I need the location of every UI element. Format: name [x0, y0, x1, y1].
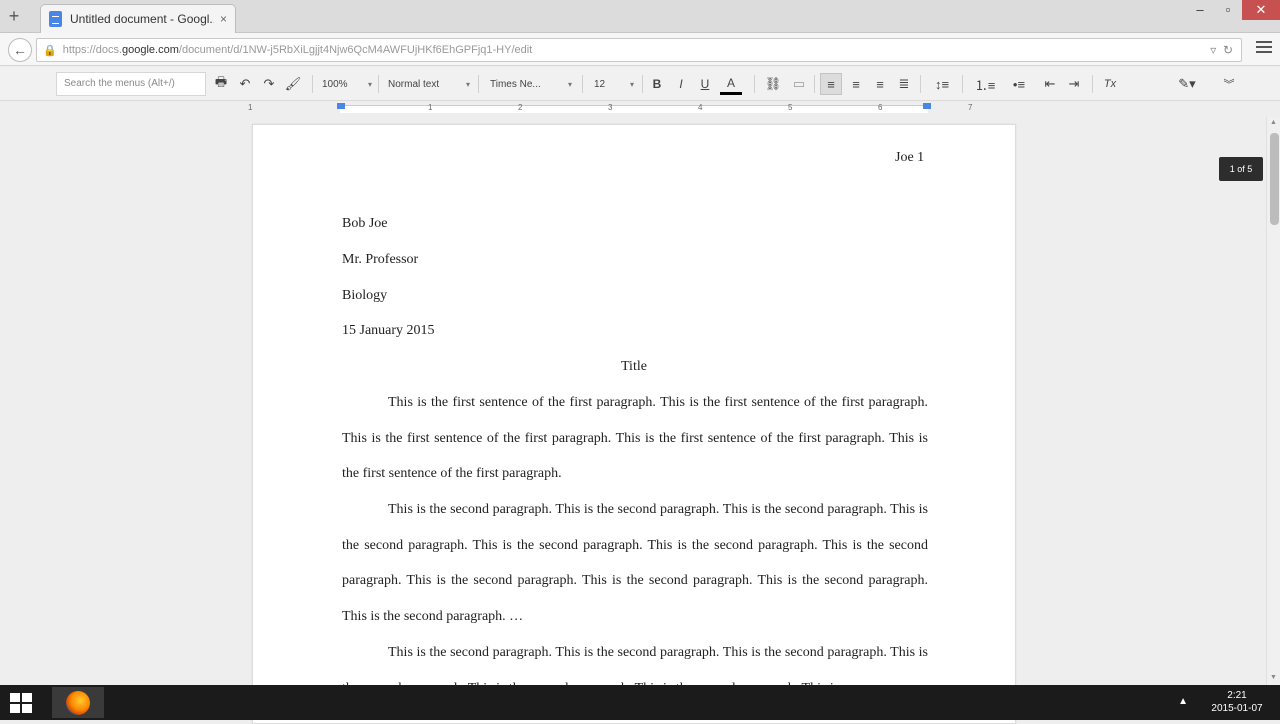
- align-justify-icon[interactable]: ≣: [894, 73, 914, 95]
- toolbar-divider: [312, 75, 313, 93]
- scroll-up-icon[interactable]: ▲: [1270, 119, 1277, 126]
- collapse-toolbar-icon[interactable]: ︾: [1220, 73, 1238, 95]
- url-text: https://docs.google.com/document/d/1NW-j…: [62, 44, 533, 56]
- search-menus-input[interactable]: Search the menus (Alt+/): [56, 72, 206, 96]
- ruler: 1 1 2 3 4 5 6 7: [0, 101, 1280, 117]
- chevron-down-icon: ▾: [367, 79, 372, 89]
- font-select[interactable]: Times Ne... ▾: [490, 73, 572, 95]
- toolbar-divider: [478, 75, 479, 93]
- scrollbar-thumb[interactable]: [1270, 133, 1279, 225]
- taskbar-clock[interactable]: 2:21 2015-01-07: [1202, 689, 1272, 715]
- print-icon[interactable]: 🖶: [212, 73, 230, 95]
- windows-start-icon[interactable]: [10, 693, 32, 713]
- clear-formatting-icon[interactable]: Tx: [1100, 73, 1120, 95]
- underline-button[interactable]: U: [696, 73, 714, 95]
- page-indicator-tooltip: 1 of 5: [1219, 157, 1263, 181]
- tray-arrow-icon[interactable]: ▲: [1178, 696, 1188, 707]
- paragraph: This is the first sentence of the first …: [342, 395, 928, 482]
- right-margin-marker-icon[interactable]: [923, 103, 931, 109]
- vertical-scrollbar[interactable]: ▲ ▼: [1266, 117, 1280, 685]
- window-controls: – ▫ ✕: [1186, 0, 1280, 22]
- docs-toolbar: Search the menus (Alt+/) 🖶 ↶ ↷ 🖌 100% ▾ N…: [0, 67, 1280, 101]
- document-title: Title: [621, 359, 647, 374]
- toolbar-divider: [582, 75, 583, 93]
- page-header: Joe 1: [895, 150, 925, 165]
- chevron-down-icon: ▾: [567, 79, 572, 89]
- indent-marker-icon[interactable]: [337, 103, 345, 109]
- windows-taskbar: ▲ 2:21 2015-01-07: [0, 685, 1280, 720]
- ruler-number: 5: [788, 103, 793, 112]
- clock-date: 2015-01-07: [1211, 703, 1263, 714]
- decrease-indent-icon[interactable]: ⇤: [1040, 73, 1060, 95]
- editing-mode-pencil-icon[interactable]: ✎▾: [1174, 73, 1200, 95]
- bold-button[interactable]: B: [648, 73, 666, 95]
- toolbar-divider: [642, 75, 643, 93]
- close-window-button[interactable]: ✕: [1242, 0, 1280, 20]
- ruler-number: 1: [428, 103, 433, 112]
- browser-menu-icon[interactable]: [1256, 41, 1272, 57]
- italic-button[interactable]: I: [672, 73, 690, 95]
- paragraph: This is the second paragraph. This is th…: [342, 502, 928, 625]
- numbered-list-icon[interactable]: ⒈≡: [970, 73, 1000, 95]
- ruler-number: 3: [608, 103, 613, 112]
- minimize-button[interactable]: –: [1186, 0, 1214, 20]
- undo-icon[interactable]: ↶: [236, 73, 254, 95]
- scroll-down-icon[interactable]: ▼: [1270, 674, 1277, 681]
- back-button[interactable]: ←: [8, 38, 32, 62]
- font-size-select[interactable]: 12 ▾: [594, 73, 634, 95]
- browser-titlebar: + Untitled document - Googl... × – ▫ ✕: [0, 0, 1280, 33]
- course-line: Biology: [342, 288, 388, 303]
- bulleted-list-icon[interactable]: •≡: [1004, 73, 1034, 95]
- zoom-select[interactable]: 100% ▾: [322, 73, 372, 95]
- tab-title: Untitled document - Googl...: [70, 12, 214, 26]
- url-input[interactable]: 🔒 https://docs.google.com/document/d/1NW…: [36, 38, 1242, 62]
- increase-indent-icon[interactable]: ⇥: [1064, 73, 1084, 95]
- firefox-icon: [66, 690, 90, 715]
- toolbar-divider: [814, 75, 815, 93]
- toolbar-divider: [754, 75, 755, 93]
- line-spacing-icon[interactable]: ↕≡: [928, 73, 956, 95]
- toolbar-divider: [920, 75, 921, 93]
- link-icon[interactable]: ⛓: [764, 73, 782, 95]
- ruler-number: 1: [248, 103, 253, 112]
- date-line: 15 January 2015: [342, 323, 435, 338]
- address-bar-row: ← 🔒 https://docs.google.com/document/d/1…: [0, 33, 1280, 66]
- google-docs-icon: [49, 11, 62, 27]
- restore-button[interactable]: ▫: [1214, 0, 1242, 20]
- reload-icon[interactable]: ▿ ↻: [1210, 43, 1233, 57]
- chevron-down-icon: ▾: [465, 79, 470, 89]
- chevron-down-icon: ▾: [629, 79, 634, 89]
- align-right-icon[interactable]: ≡: [870, 73, 890, 95]
- new-tab-button[interactable]: +: [4, 6, 24, 26]
- ruler-number: 7: [968, 103, 973, 112]
- toolbar-divider: [962, 75, 963, 93]
- document-page[interactable]: Joe 1 Bob Joe Mr. Professor Biology 15 J…: [252, 124, 1016, 724]
- tab-close-icon[interactable]: ×: [220, 12, 227, 26]
- toolbar-divider: [1092, 75, 1093, 93]
- ruler-number: 2: [518, 103, 523, 112]
- clock-time: 2:21: [1227, 690, 1247, 701]
- comment-icon[interactable]: ▭: [790, 73, 808, 95]
- browser-tab[interactable]: Untitled document - Googl... ×: [40, 4, 236, 33]
- align-left-icon[interactable]: ≡: [820, 73, 842, 95]
- toolbar-divider: [378, 75, 379, 93]
- paragraph-style-select[interactable]: Normal text ▾: [388, 73, 470, 95]
- text-color-button[interactable]: A: [720, 73, 742, 95]
- author-line: Bob Joe: [342, 216, 388, 231]
- lock-icon: 🔒: [43, 44, 57, 57]
- ruler-number: 4: [698, 103, 703, 112]
- align-center-icon[interactable]: ≡: [846, 73, 866, 95]
- paint-format-icon[interactable]: 🖌: [284, 73, 302, 95]
- ruler-number: 6: [878, 103, 883, 112]
- redo-icon[interactable]: ↷: [260, 73, 278, 95]
- firefox-taskbar-button[interactable]: [52, 687, 104, 718]
- professor-line: Mr. Professor: [342, 252, 419, 267]
